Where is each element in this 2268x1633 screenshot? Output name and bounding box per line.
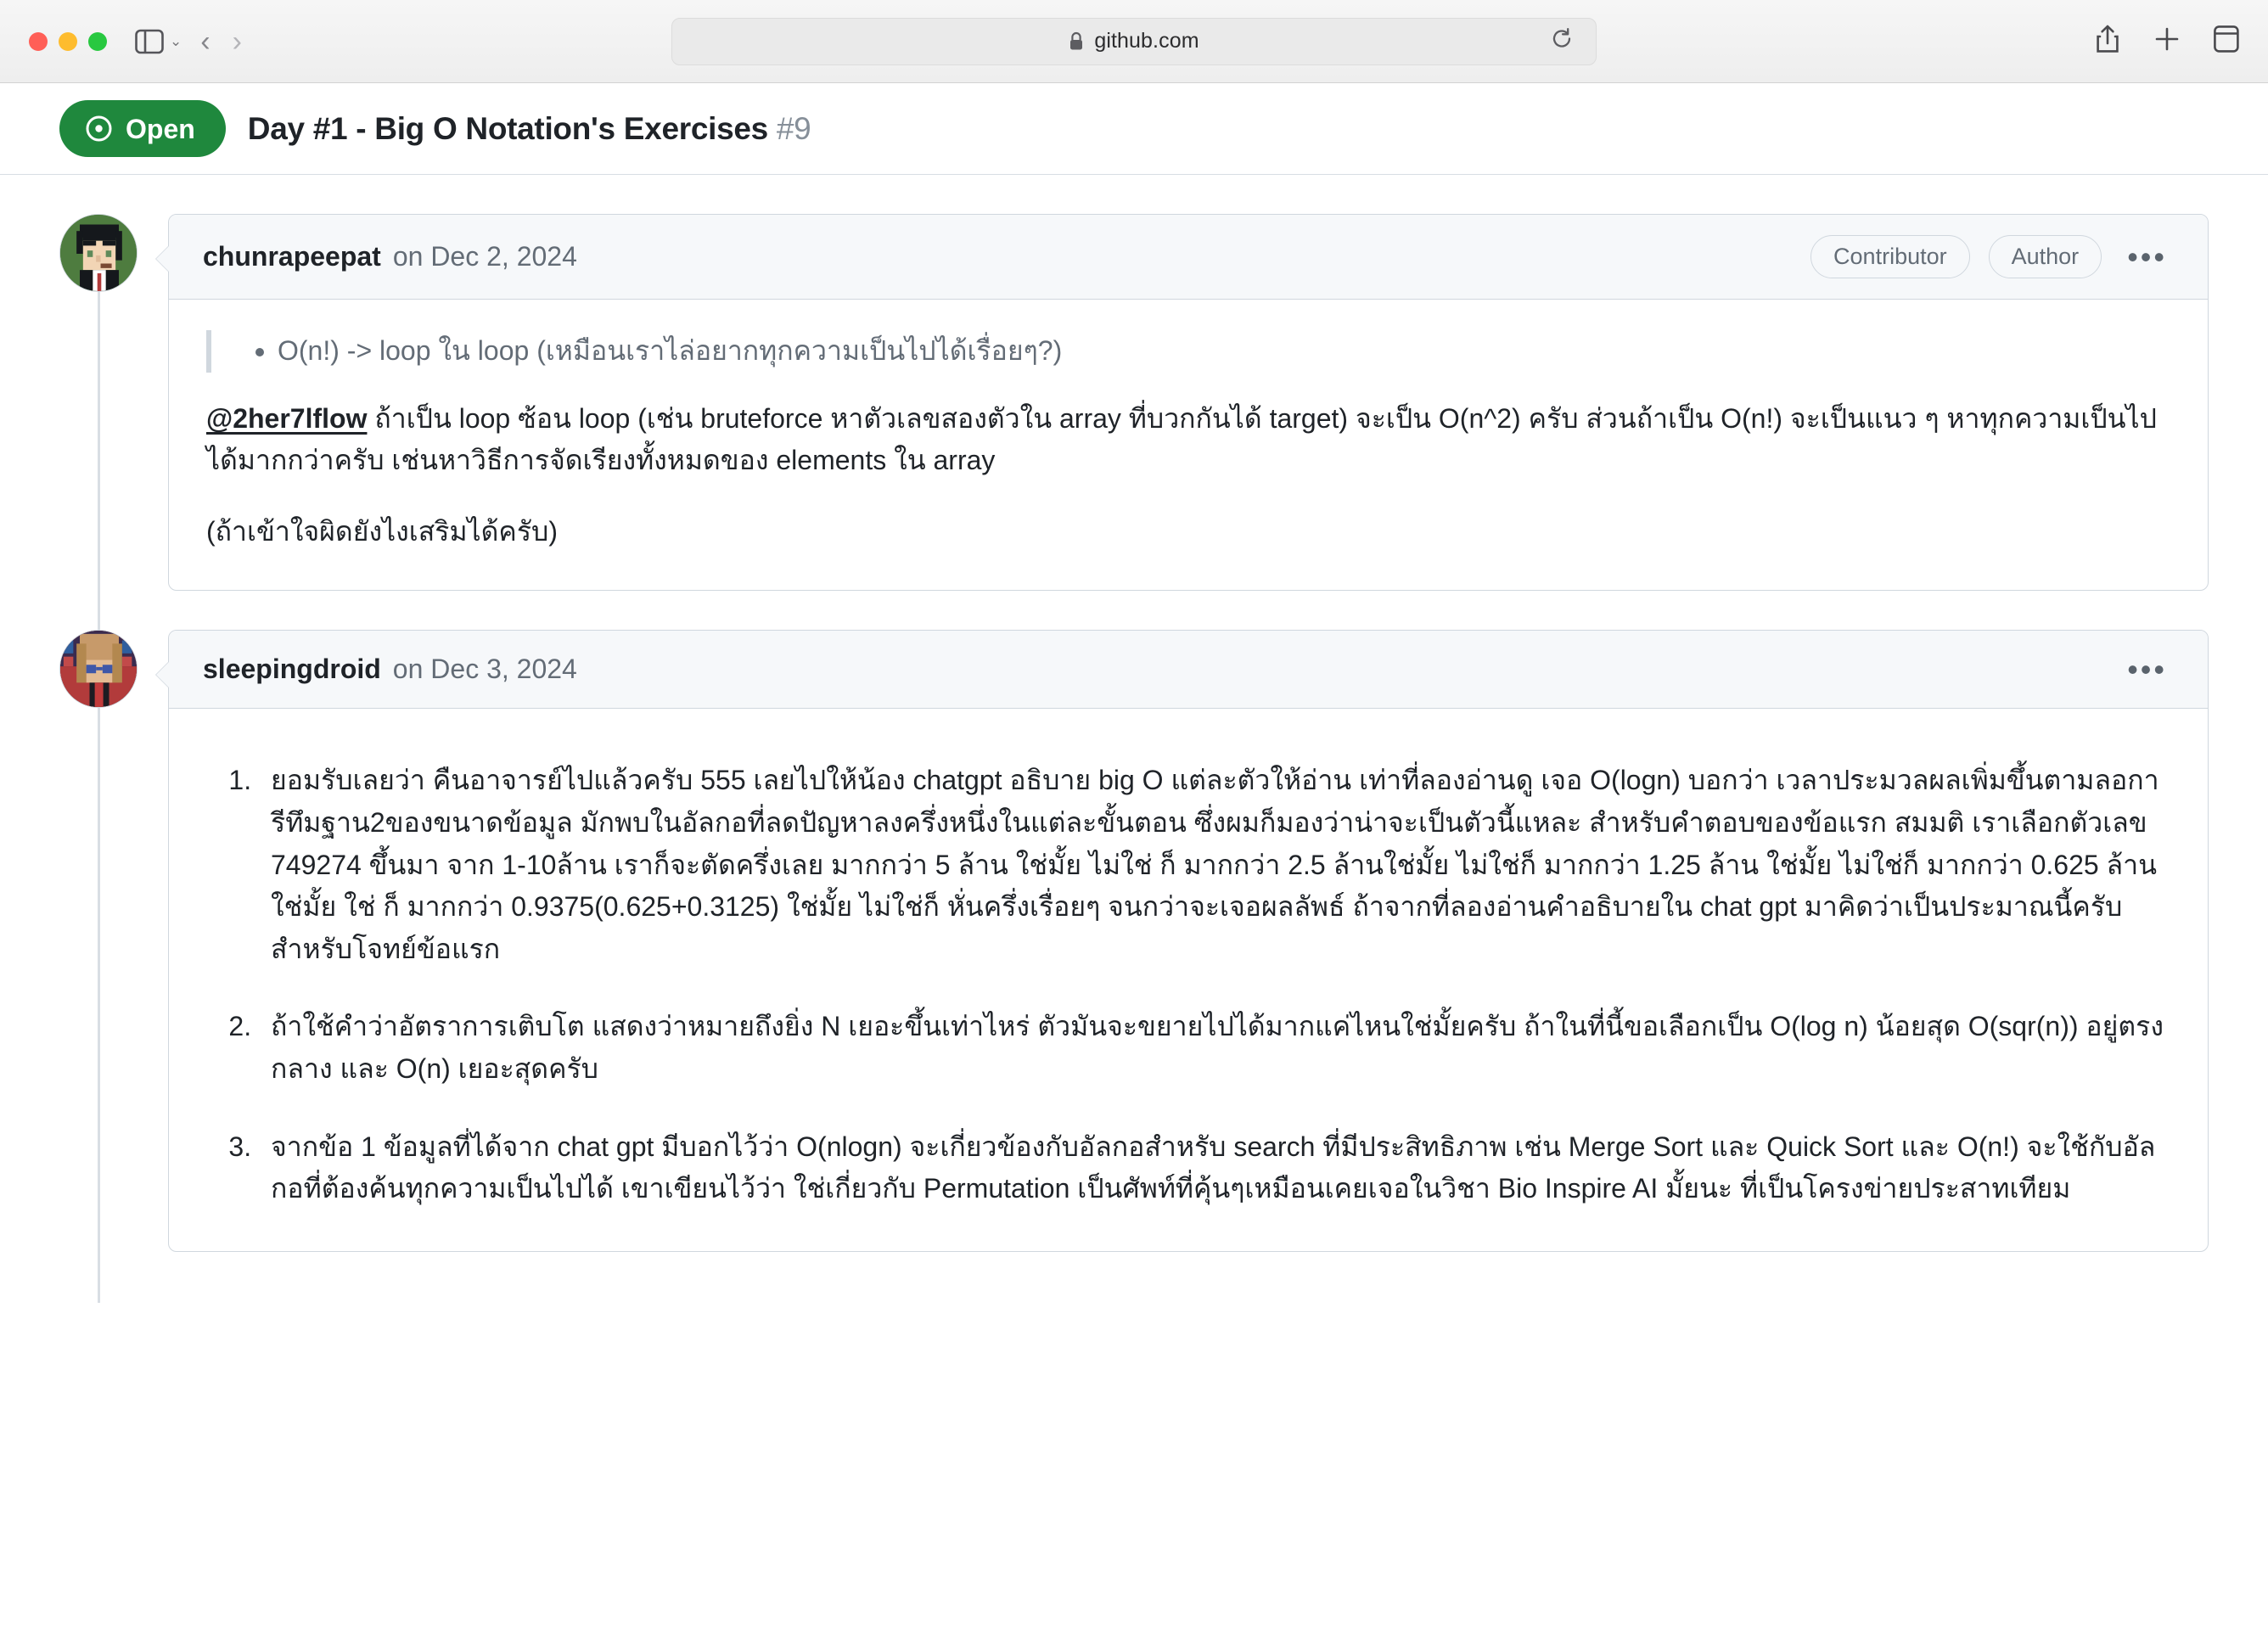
comment-header-actions: Contributor Author ••• [1810,235,2174,278]
comment-closing-note: (ถ้าเข้าใจผิดยังไงเสริมได้ครับ) [206,515,558,547]
minimize-window-button[interactable] [59,31,77,51]
issue-opened-icon [85,115,113,143]
comment-timestamp: on Dec 3, 2024 [392,654,577,685]
sidebar-chevron-down-icon[interactable]: ⌄ [170,33,182,50]
answers-list: ยอมรับเลยว่า คืนอาจารย์ไปแล้วครับ 555 เล… [206,760,2170,1209]
tab-overview-icon[interactable] [2214,25,2239,57]
comment-card: chunrapeepat on Dec 2, 2024 Contributor … [155,214,2209,592]
kebab-menu-icon[interactable]: ••• [2120,654,2174,685]
quoted-text: O(n!) -> loop ใน loop (เหมือนเราไล่อยากท… [206,330,2170,373]
comment-author[interactable]: chunrapeepat [203,241,381,272]
browser-toolbar: ⌄ ‹ › github.com [0,0,2268,83]
list-item: จากข้อ 1 ข้อมูลที่ได้จาก chat gpt มีบอกไ… [259,1126,2170,1210]
comment-header: chunrapeepat on Dec 2, 2024 Contributor … [169,215,2208,300]
issue-title-text: Day #1 - Big O Notation's Exercises [247,110,768,146]
role-badge-contributor: Contributor [1810,235,1970,278]
issue-number: #9 [776,110,811,146]
comment-body: ยอมรับเลยว่า คืนอาจารย์ไปแล้วครับ 555 เล… [169,709,2208,1250]
comment-card: sleepingdroid on Dec 3, 2024 ••• ยอมรับเ… [155,630,2209,1252]
timeline-connector [98,708,100,1303]
url-text: github.com [1094,29,1199,53]
list-item: ยอมรับเลยว่า คืนอาจารย์ไปแล้วครับ 555 เล… [259,760,2170,970]
comment-header: sleepingdroid on Dec 3, 2024 ••• [169,631,2208,710]
lock-icon [1069,31,1084,52]
avatar-column [59,214,168,643]
comment-paragraph: @2her7lflow ถ้าเป็น loop ซ้อน loop (เช่น… [206,398,2170,482]
avatar[interactable] [59,630,138,709]
comment-body: O(n!) -> loop ใน loop (เหมือนเราไล่อยากท… [169,300,2208,590]
role-badge-author: Author [1988,235,2102,278]
maximize-window-button[interactable] [88,31,107,51]
back-button[interactable]: ‹ [200,27,210,56]
sidebar-toggle-icon[interactable] [132,26,166,57]
status-badge-label: Open [126,113,195,144]
share-icon[interactable] [2095,25,2120,58]
address-bar[interactable]: github.com [671,17,1597,65]
avatar[interactable] [59,214,138,292]
comment-timestamp: on Dec 2, 2024 [392,241,577,272]
comment-block: sleepingdroid on Dec 3, 2024 ••• ยอมรับเ… [59,630,2209,1303]
reload-icon[interactable] [1550,26,1574,56]
quote-list-item: O(n!) -> loop ใน loop (เหมือนเราไล่อยากท… [278,330,2170,373]
close-window-button[interactable] [29,31,48,51]
comment-author[interactable]: sleepingdroid [203,654,381,685]
kebab-menu-icon[interactable]: ••• [2120,241,2174,272]
navigation-arrows: ‹ › [200,27,242,56]
user-mention-link[interactable]: @2her7lflow [206,403,367,434]
comment-header-actions: ••• [2120,654,2174,685]
avatar-column [59,630,168,1303]
timeline-connector [98,292,100,643]
plus-icon[interactable] [2154,26,2180,56]
window-traffic-lights [29,31,107,51]
comment-paragraph-text: ถ้าเป็น loop ซ้อน loop (เช่น bruteforce … [206,402,2157,476]
list-item: ถ้าใช้คำว่าอัตราการเติบโต แสดงว่าหมายถึง… [259,1006,2170,1090]
toolbar-right-actions [2095,25,2239,58]
page-title: Day #1 - Big O Notation's Exercises #9 [248,111,811,147]
issue-header: Open Day #1 - Big O Notation's Exercises… [0,83,2268,175]
forward-button[interactable]: › [233,27,242,56]
status-badge[interactable]: Open [59,100,226,157]
conversation-timeline: chunrapeepat on Dec 2, 2024 Contributor … [0,175,2268,1303]
comment-block: chunrapeepat on Dec 2, 2024 Contributor … [59,214,2209,643]
